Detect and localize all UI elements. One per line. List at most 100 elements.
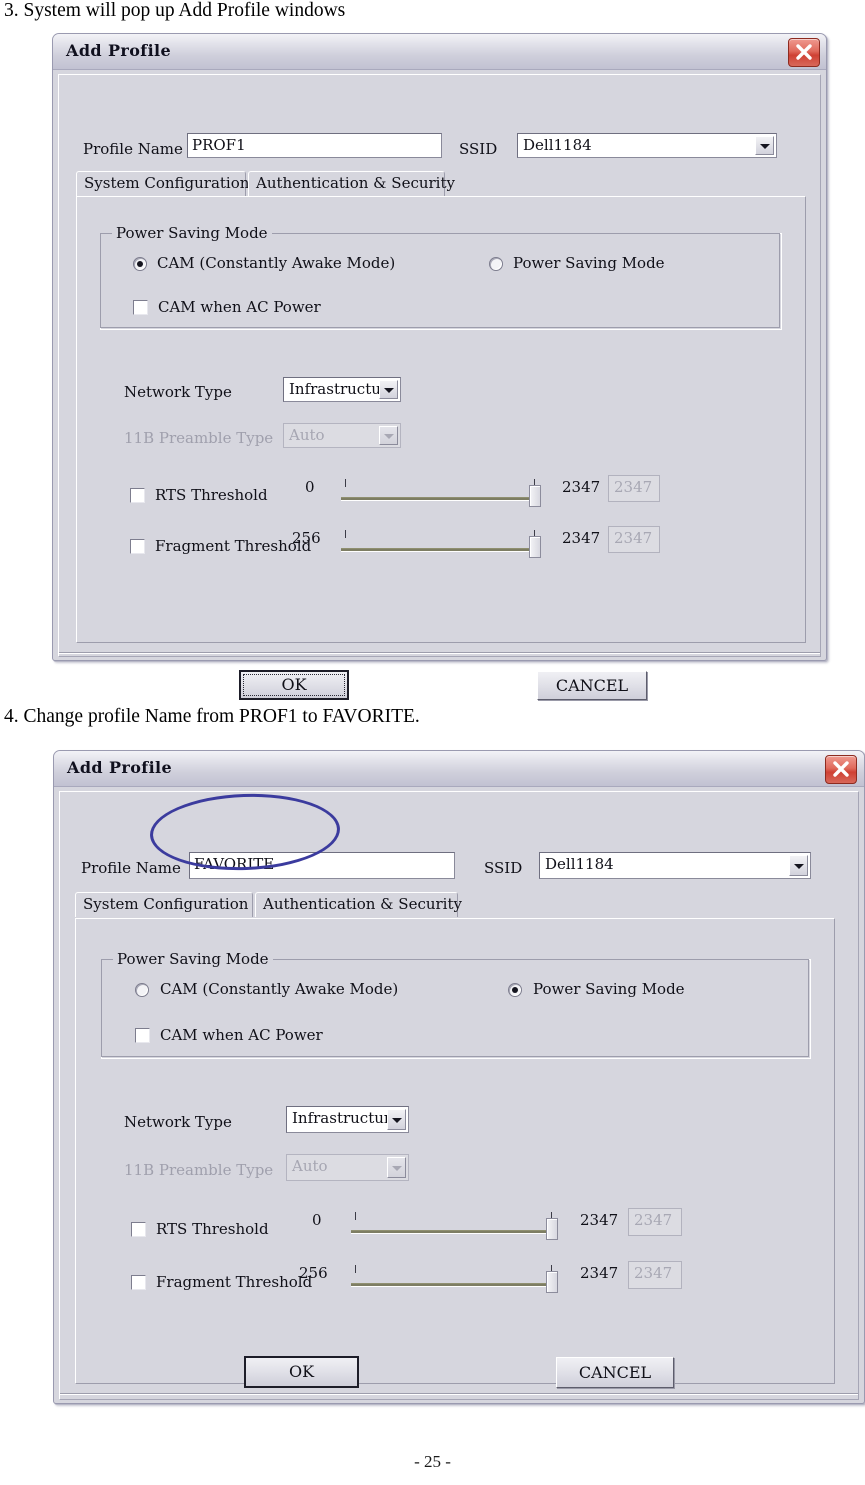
ok-button-label: OK — [288, 1362, 315, 1381]
dialog-1-title: Add Profile — [66, 41, 172, 60]
chevron-down-icon — [379, 426, 398, 445]
preamble-type-label: 11B Preamble Type — [124, 1161, 274, 1179]
fragment-threshold-max: 2347 — [562, 529, 601, 547]
checkbox-cam-when-ac-power-label: CAM when AC Power — [158, 298, 321, 316]
profile-name-input[interactable]: FAVORITE — [189, 852, 455, 879]
tab-authentication-security[interactable]: Authentication & Security — [255, 892, 462, 917]
preamble-type-label: 11B Preamble Type — [124, 429, 274, 447]
cancel-button[interactable]: CANCEL — [537, 671, 647, 700]
tab-panel-system-configuration: Power Saving Mode CAM (Constantly Awake … — [76, 196, 806, 643]
network-type-combobox[interactable]: Infrastructure — [286, 1106, 409, 1133]
add-profile-dialog-1[interactable]: Add Profile Profile Name PROF1 SSID Dell… — [52, 33, 827, 700]
fragment-threshold-value: 2347 — [608, 526, 660, 553]
footer-divider — [59, 652, 820, 654]
power-saving-mode-group-title: Power Saving Mode — [112, 224, 272, 242]
footer-divider — [60, 1393, 858, 1395]
preamble-type-combobox: Auto — [283, 423, 401, 448]
profile-name-label: Profile Name — [83, 140, 183, 158]
page-number: - 25 - — [414, 1452, 451, 1471]
power-saving-mode-groupbox: Power Saving Mode CAM (Constantly Awake … — [101, 950, 811, 1059]
cancel-button-label: CANCEL — [555, 675, 629, 695]
fragment-threshold-value: 2347 — [628, 1261, 682, 1289]
fragment-threshold-label: Fragment Threshold — [155, 537, 312, 555]
ok-button[interactable]: OK — [244, 1356, 359, 1388]
ssid-value: Dell1184 — [545, 855, 614, 873]
chevron-down-icon — [387, 1157, 406, 1178]
profile-name-input[interactable]: PROF1 — [187, 133, 442, 158]
rts-threshold-label: RTS Threshold — [155, 486, 268, 504]
dialog-2-body: Profile Name FAVORITE SSID Dell1184 Syst… — [59, 791, 859, 1400]
rts-threshold-min: 0 — [312, 1211, 322, 1229]
step-3-caption: 3. System will pop up Add Profile window… — [4, 0, 346, 21]
fragment-threshold-max: 2347 — [580, 1264, 619, 1282]
chevron-down-icon[interactable] — [387, 1109, 406, 1130]
rts-threshold-slider[interactable] — [351, 1212, 558, 1242]
add-profile-dialog-2[interactable]: Add Profile Profile Name FAVORITE SSID D… — [53, 750, 865, 1404]
chevron-down-icon[interactable] — [379, 380, 398, 399]
network-type-label: Network Type — [124, 1113, 232, 1131]
cancel-button-label: CANCEL — [578, 1362, 652, 1382]
rts-threshold-value: 2347 — [628, 1208, 682, 1236]
power-saving-mode-group-title: Power Saving Mode — [113, 950, 273, 968]
tab-panel-system-configuration: Power Saving Mode CAM (Constantly Awake … — [75, 918, 835, 1384]
profile-name-label: Profile Name — [81, 859, 181, 877]
rts-threshold-min: 0 — [305, 478, 315, 496]
close-icon[interactable] — [825, 755, 857, 784]
ssid-value: Dell1184 — [523, 136, 592, 154]
rts-threshold-slider-thumb[interactable] — [546, 1218, 558, 1240]
tab-system-configuration[interactable]: System Configuration — [75, 892, 253, 917]
rts-threshold-label: RTS Threshold — [156, 1220, 269, 1238]
dialog-2-titlebar[interactable]: Add Profile — [54, 751, 864, 787]
fragment-threshold-min: 256 — [299, 1264, 328, 1282]
rts-threshold-max: 2347 — [580, 1211, 619, 1229]
ok-button[interactable]: OK — [239, 670, 349, 700]
checkbox-fragment-threshold[interactable] — [130, 539, 145, 554]
ssid-label: SSID — [484, 859, 523, 877]
checkbox-rts-threshold[interactable] — [131, 1222, 146, 1237]
fragment-threshold-slider-thumb[interactable] — [546, 1271, 558, 1293]
radio-cam[interactable] — [133, 257, 147, 271]
ssid-combobox[interactable]: Dell1184 — [539, 852, 811, 879]
fragment-threshold-slider[interactable] — [351, 1265, 558, 1295]
radio-cam[interactable] — [135, 983, 149, 997]
chevron-down-icon[interactable] — [755, 136, 774, 155]
checkbox-rts-threshold[interactable] — [130, 488, 145, 503]
ssid-combobox[interactable]: Dell1184 — [517, 133, 777, 158]
radio-cam-label: CAM (Constantly Awake Mode) — [157, 254, 396, 272]
checkbox-cam-when-ac-power[interactable] — [133, 300, 148, 315]
tab-system-configuration[interactable]: System Configuration — [76, 171, 249, 196]
preamble-type-value: Auto — [289, 426, 325, 444]
network-type-combobox[interactable]: Infrastructure — [283, 377, 401, 402]
chevron-down-icon[interactable] — [789, 855, 808, 876]
ssid-label: SSID — [459, 140, 498, 158]
fragment-threshold-slider[interactable] — [341, 530, 541, 560]
radio-power-saving-mode-label: Power Saving Mode — [513, 254, 665, 272]
tab-authentication-security[interactable]: Authentication & Security — [248, 171, 455, 196]
checkbox-cam-when-ac-power-label: CAM when AC Power — [160, 1026, 323, 1044]
fragment-threshold-min: 256 — [292, 529, 321, 547]
network-type-label: Network Type — [124, 383, 232, 401]
checkbox-cam-when-ac-power[interactable] — [135, 1028, 150, 1043]
checkbox-fragment-threshold[interactable] — [131, 1275, 146, 1290]
fragment-threshold-label: Fragment Threshold — [156, 1273, 313, 1291]
radio-power-saving-mode[interactable] — [489, 257, 503, 271]
preamble-type-value: Auto — [292, 1157, 328, 1175]
tabstrip[interactable]: System Configuration Authentication & Se… — [75, 892, 835, 918]
cancel-button[interactable]: CANCEL — [556, 1357, 674, 1388]
radio-power-saving-mode[interactable] — [508, 983, 522, 997]
step-4-caption: 4. Change profile Name from PROF1 to FAV… — [4, 706, 420, 727]
rts-threshold-value: 2347 — [608, 475, 660, 502]
rts-threshold-max: 2347 — [562, 478, 601, 496]
rts-threshold-slider-thumb[interactable] — [529, 485, 541, 507]
network-type-value: Infrastructure — [292, 1109, 400, 1127]
dialog-1-body: Profile Name PROF1 SSID Dell1184 System … — [58, 74, 821, 700]
dialog-2-title: Add Profile — [67, 758, 173, 777]
close-icon[interactable] — [788, 38, 820, 67]
tabstrip[interactable]: System Configuration Authentication & Se… — [76, 171, 806, 197]
dialog-1-titlebar[interactable]: Add Profile — [53, 34, 826, 70]
rts-threshold-slider[interactable] — [341, 479, 541, 509]
fragment-threshold-slider-thumb[interactable] — [529, 536, 541, 558]
power-saving-mode-groupbox: Power Saving Mode CAM (Constantly Awake … — [100, 224, 782, 330]
radio-cam-label: CAM (Constantly Awake Mode) — [160, 980, 399, 998]
preamble-type-combobox: Auto — [286, 1154, 409, 1181]
